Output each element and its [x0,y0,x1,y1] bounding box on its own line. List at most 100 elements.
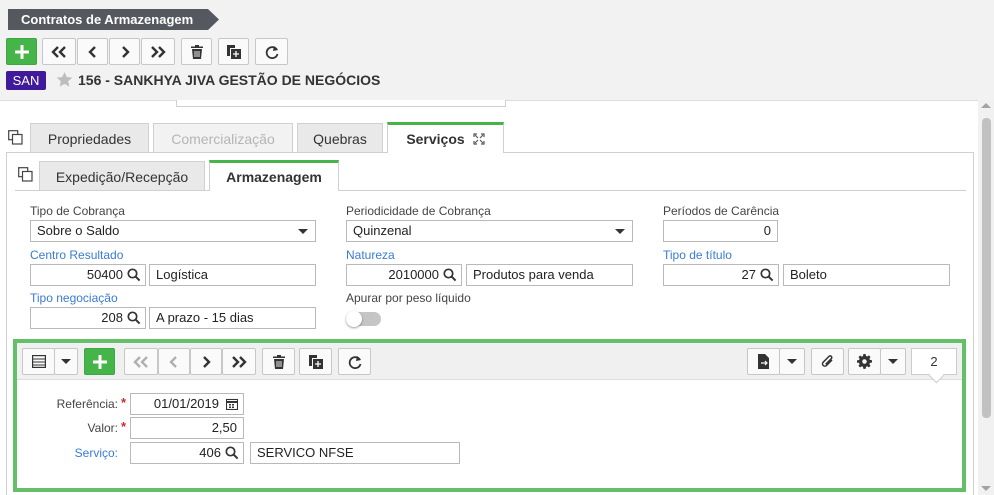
periodicidade-label: Periodicidade de Cobrança [346,204,491,218]
double-chevron-left-icon [133,355,148,368]
scroll-up-arrow[interactable] [981,103,991,108]
copy-icon-sub[interactable] [18,167,33,182]
export-button[interactable] [747,348,780,375]
centro-resultado-code-value: 50400 [86,267,123,282]
search-icon[interactable] [225,446,239,460]
scroll-down-arrow[interactable] [981,486,991,491]
tipo-titulo-desc: Boleto [783,264,950,286]
double-chevron-left-icon [51,45,66,58]
subtab-armazenagem[interactable]: Armazenagem [209,160,339,191]
referencia-date-input[interactable]: 01/01/2019 [130,393,244,415]
tab-servicos-label: Serviços [406,131,465,147]
tipo-cobranca-select[interactable]: Sobre o Saldo [30,220,316,242]
tipo-negociacao-code-value: 208 [101,310,123,325]
grid-view-dropdown[interactable] [54,348,78,375]
tab-servicos[interactable]: Serviços [387,122,504,153]
centro-resultado-label[interactable]: Centro Resultado [30,248,123,262]
company-badge: SAN [6,71,46,90]
grid-duplicate-button[interactable] [299,348,332,375]
refresh-button[interactable] [255,38,288,65]
chevron-left-icon [87,45,96,58]
duplicate-button[interactable] [218,38,249,65]
periodos-carencia-label: Períodos de Carência [663,204,780,218]
trash-icon [272,354,285,369]
settings-button[interactable] [848,348,881,375]
valor-label: Valor: [87,421,118,435]
tab-propriedades[interactable]: Propriedades [30,123,149,153]
caret-down-icon [787,358,797,364]
previous-record-button[interactable] [77,38,108,65]
search-icon[interactable] [127,268,141,282]
servico-desc: SERVICO NFSE [250,442,460,464]
caret-down-icon [61,358,71,364]
partial-field [176,100,506,107]
calendar-icon[interactable] [226,398,238,410]
favorite-star-icon[interactable] [56,71,73,88]
caret-down-icon [888,358,898,364]
required-marker: * [121,395,127,410]
grid-previous-button [158,348,190,375]
tipo-titulo-code-value: 27 [741,267,756,282]
tipo-titulo-label[interactable]: Tipo de título [663,248,732,262]
expand-icon[interactable] [473,133,485,145]
tab-quebras[interactable]: Quebras [297,123,383,153]
duplicate-icon [226,44,241,59]
tipo-negociacao-label[interactable]: Tipo negociação [30,291,118,305]
apurar-peso-label: Apurar por peso líquido [346,291,471,305]
delete-button[interactable] [181,38,212,65]
servico-code-value: 406 [199,445,221,460]
valor-input[interactable]: 2,50 [130,417,244,439]
add-button[interactable] [6,38,37,65]
record-count: 2 [911,348,957,375]
search-icon[interactable] [443,268,457,282]
servico-code[interactable]: 406 [130,442,244,464]
company-name: 156 - SANKHYA JIVA GESTÃO DE NEGÓCIOS [78,72,381,88]
centro-resultado-desc: Logística [149,264,316,286]
double-chevron-right-icon [232,355,247,368]
tab-comercializacao: Comercialização [153,123,293,153]
search-icon[interactable] [127,311,141,325]
settings-dropdown[interactable] [880,348,906,375]
grid-view-button[interactable] [22,348,55,375]
search-icon[interactable] [760,268,774,282]
scrollbar-thumb[interactable] [982,118,991,418]
chevron-right-icon [121,45,130,58]
refresh-icon [348,355,361,369]
paperclip-icon [821,355,833,367]
grid-delete-button[interactable] [262,348,295,375]
table-icon [31,355,46,368]
file-export-icon [757,354,769,369]
gear-icon [857,354,872,369]
natureza-code-value: 2010000 [388,267,439,282]
periodos-carencia-input[interactable]: 0 [663,220,778,242]
grid-refresh-button[interactable] [338,348,371,375]
required-marker: * [121,419,127,434]
centro-resultado-code[interactable]: 50400 [30,264,146,286]
apurar-peso-toggle[interactable] [346,311,381,327]
chevron-left-icon [169,355,177,368]
chevron-right-icon [203,355,211,368]
natureza-label[interactable]: Natureza [346,248,395,262]
periodicidade-select[interactable]: Quinzenal [346,220,633,242]
export-dropdown[interactable] [779,348,805,375]
subtab-expedicao[interactable]: Expedição/Recepção [39,161,205,191]
next-record-button[interactable] [109,38,140,65]
servico-label[interactable]: Serviço: [30,446,118,460]
tipo-negociacao-code[interactable]: 208 [30,307,146,329]
natureza-desc: Produtos para venda [466,264,633,286]
grid-next-button[interactable] [190,348,222,375]
referencia-date-value: 01/01/2019 [153,396,219,411]
grid-last-button[interactable] [222,348,256,375]
last-record-button[interactable] [141,38,175,65]
grid-add-button[interactable] [84,348,115,375]
first-record-button[interactable] [42,38,76,65]
trash-icon [190,44,203,59]
plus-icon [14,44,29,59]
copy-icon[interactable] [8,130,23,145]
natureza-code[interactable]: 2010000 [346,264,462,286]
attach-button[interactable] [811,348,844,375]
referencia-label: Referência: [56,397,118,411]
double-chevron-right-icon [151,45,166,58]
duplicate-icon [308,354,323,369]
tipo-titulo-code[interactable]: 27 [663,264,779,286]
